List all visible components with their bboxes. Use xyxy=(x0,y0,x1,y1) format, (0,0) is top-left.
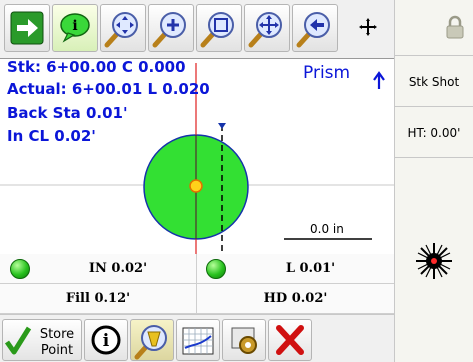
profile-chart-button[interactable] xyxy=(176,319,220,361)
svg-text:i: i xyxy=(72,18,77,34)
svg-text:i: i xyxy=(103,331,110,351)
store-point-button[interactable]: Store Point xyxy=(2,319,82,361)
in-value: IN 0.02' xyxy=(88,261,148,276)
target-select-button[interactable] xyxy=(130,319,174,361)
zoom-window-button[interactable] xyxy=(196,4,242,52)
target-select-icon xyxy=(134,325,167,360)
fill-value: Fill 0.12' xyxy=(65,291,131,306)
laser-target-icon xyxy=(416,242,452,279)
side-panel: Stk Shot HT: 0.00' xyxy=(394,0,473,362)
info-button[interactable]: i xyxy=(84,319,128,361)
laser-target-area[interactable] xyxy=(395,159,473,362)
close-icon xyxy=(276,325,304,355)
settings-button[interactable] xyxy=(222,319,266,361)
stake-line: Stk: 6+00.00 C 0.000 xyxy=(7,58,186,76)
hd-cell: HD 0.02' xyxy=(197,284,394,314)
info-grid: IN 0.02' L 0.01' Fill 0.12' HD 0.02' xyxy=(0,254,394,314)
hd-value: HD 0.02' xyxy=(263,291,328,306)
side-top xyxy=(395,0,473,56)
zoom-previous-button[interactable] xyxy=(292,4,338,52)
in-cl-line: In CL 0.02' xyxy=(7,127,96,145)
close-button[interactable] xyxy=(268,319,312,361)
store-label-line2: Point xyxy=(40,343,74,358)
zoom-window-icon xyxy=(200,12,234,48)
store-point-label: Store Point xyxy=(34,327,80,359)
fill-cell: Fill 0.12' xyxy=(0,284,197,314)
prism-arrow-icon xyxy=(373,71,385,89)
scale-label: 0.0 in xyxy=(310,222,344,236)
info-icon: i xyxy=(91,325,121,355)
zoom-extents-icon xyxy=(104,12,138,48)
crosshair-add-button[interactable] xyxy=(346,4,392,52)
zoom-extents-button[interactable] xyxy=(100,4,146,52)
actual-line: Actual: 6+00.01 L 0.020 xyxy=(7,80,210,98)
stk-shot-button[interactable]: Stk Shot xyxy=(395,57,473,107)
crosshair-add-icon xyxy=(359,18,377,36)
checkmark-icon xyxy=(4,326,32,355)
info-bubble-icon: i xyxy=(60,13,90,43)
arrow-right-icon xyxy=(10,11,44,45)
chart-icon xyxy=(182,327,214,355)
ht-button[interactable]: HT: 0.00' xyxy=(395,108,473,158)
status-ok-icon xyxy=(10,259,30,279)
point-marker xyxy=(189,179,203,193)
store-label-line1: Store xyxy=(39,327,75,342)
toolbar: i xyxy=(0,0,394,58)
plan-view[interactable]: Stk: 6+00.00 C 0.000 Actual: 6+00.01 L 0… xyxy=(0,58,394,255)
settings-icon xyxy=(231,327,257,354)
zoom-previous-icon xyxy=(296,12,330,48)
bottom-toolbar: Store Point i xyxy=(0,314,394,362)
back-sta-line: Back Sta 0.01' xyxy=(7,104,128,122)
info-bubble-button[interactable]: i xyxy=(52,4,98,52)
lock-icon[interactable] xyxy=(395,0,473,56)
prism-marker xyxy=(218,123,226,129)
l-cell: L 0.01' xyxy=(197,254,394,284)
next-button[interactable] xyxy=(4,4,50,52)
l-value: L 0.01' xyxy=(285,261,336,276)
status-ok-icon xyxy=(206,259,226,279)
zoom-in-icon xyxy=(152,12,186,48)
pan-button[interactable] xyxy=(244,4,290,52)
prism-label: Prism xyxy=(303,63,351,83)
zoom-in-button[interactable] xyxy=(148,4,194,52)
pan-icon xyxy=(248,12,282,48)
